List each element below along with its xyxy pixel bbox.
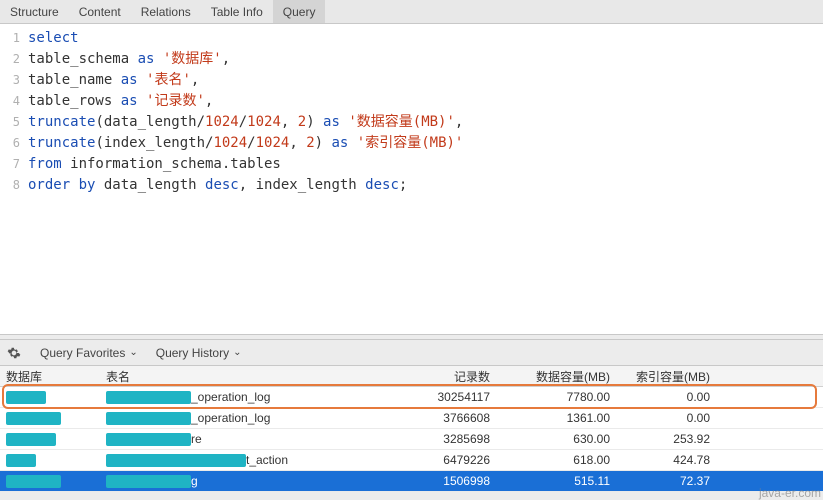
table-row[interactable]: _operation_log37666081361.000.00 [0,408,823,429]
col-database[interactable]: 数据库 [0,368,100,385]
table-row[interactable]: _operation_log302541177780.000.00 [0,387,823,408]
table-row[interactable]: re3285698630.00253.92 [0,429,823,450]
chevron-down-icon: ⌄ [129,347,137,358]
chevron-down-icon: ⌄ [233,347,241,358]
pane-divider[interactable] [0,334,823,340]
tab-relations[interactable]: Relations [131,0,201,23]
tab-structure[interactable]: Structure [0,0,69,23]
col-index-mb[interactable]: 索引容量(MB) [620,368,720,385]
grid-body: _operation_log302541177780.000.00_operat… [0,387,823,492]
tab-bar: StructureContentRelationsTable InfoQuery [0,0,823,24]
tab-query[interactable]: Query [273,0,326,23]
sql-editor[interactable]: 1select2table_schema as '数据库',3table_nam… [0,24,823,334]
results-grid: 数据库 表名 记录数 数据容量(MB) 索引容量(MB) _operation_… [0,366,823,492]
col-table[interactable]: 表名 [100,368,380,385]
table-row[interactable]: g1506998515.1172.37 [0,471,823,492]
results-toolbar: Query Favorites ⌄ Query History ⌄ [0,340,823,366]
tab-content[interactable]: Content [69,0,131,23]
query-history-button[interactable]: Query History ⌄ [156,346,242,360]
col-data-mb[interactable]: 数据容量(MB) [500,368,620,385]
table-row[interactable]: t_action6479226618.00424.78 [0,450,823,471]
watermark: java-er.com [759,486,821,500]
col-rows[interactable]: 记录数 [380,368,500,385]
query-favorites-button[interactable]: Query Favorites ⌄ [40,346,138,360]
grid-header: 数据库 表名 记录数 数据容量(MB) 索引容量(MB) [0,366,823,387]
tab-table-info[interactable]: Table Info [201,0,273,23]
gear-icon[interactable] [6,345,22,361]
